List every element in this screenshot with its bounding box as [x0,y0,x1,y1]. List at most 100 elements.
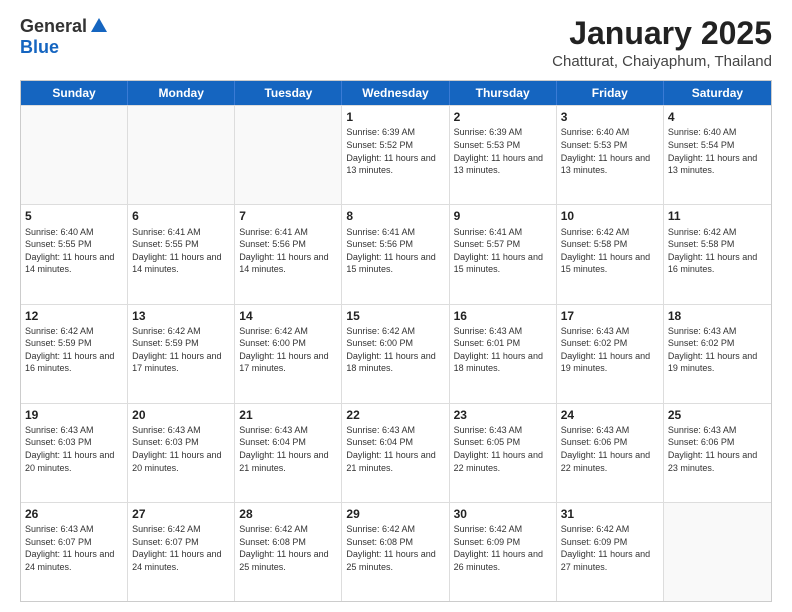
day-number-28: 28 [239,506,337,522]
calendar-cell-2-0: 12Sunrise: 6:42 AM Sunset: 5:59 PM Dayli… [21,305,128,403]
calendar-cell-3-2: 21Sunrise: 6:43 AM Sunset: 6:04 PM Dayli… [235,404,342,502]
cell-text-2-5: Sunrise: 6:43 AM Sunset: 6:02 PM Dayligh… [561,325,659,375]
calendar-row-4: 26Sunrise: 6:43 AM Sunset: 6:07 PM Dayli… [21,502,771,601]
cell-text-3-5: Sunrise: 6:43 AM Sunset: 6:06 PM Dayligh… [561,424,659,474]
calendar-cell-4-3: 29Sunrise: 6:42 AM Sunset: 6:08 PM Dayli… [342,503,449,601]
header-tuesday: Tuesday [235,81,342,105]
day-number-9: 9 [454,208,552,224]
calendar-cell-0-1 [128,106,235,204]
month-title: January 2025 [552,16,772,51]
day-number-17: 17 [561,308,659,324]
calendar-cell-2-1: 13Sunrise: 6:42 AM Sunset: 5:59 PM Dayli… [128,305,235,403]
cell-text-0-4: Sunrise: 6:39 AM Sunset: 5:53 PM Dayligh… [454,126,552,176]
cell-text-2-2: Sunrise: 6:42 AM Sunset: 6:00 PM Dayligh… [239,325,337,375]
title-block: January 2025 Chatturat, Chaiyaphum, Thai… [552,16,772,70]
day-number-12: 12 [25,308,123,324]
calendar: Sunday Monday Tuesday Wednesday Thursday… [20,80,772,602]
header-monday: Monday [128,81,235,105]
calendar-cell-3-6: 25Sunrise: 6:43 AM Sunset: 6:06 PM Dayli… [664,404,771,502]
cell-text-3-6: Sunrise: 6:43 AM Sunset: 6:06 PM Dayligh… [668,424,767,474]
day-number-26: 26 [25,506,123,522]
cell-text-3-3: Sunrise: 6:43 AM Sunset: 6:04 PM Dayligh… [346,424,444,474]
day-number-13: 13 [132,308,230,324]
calendar-cell-1-4: 9 Sunrise: 6:41 AM Sunset: 5:57 PM Daylig… [450,205,557,303]
day-number-20: 20 [132,407,230,423]
cell-text-0-6: Sunrise: 6:40 AM Sunset: 5:54 PM Dayligh… [668,126,767,176]
calendar-cell-4-5: 31Sunrise: 6:42 AM Sunset: 6:09 PM Dayli… [557,503,664,601]
cell-text-3-4: Sunrise: 6:43 AM Sunset: 6:05 PM Dayligh… [454,424,552,474]
header-wednesday: Wednesday [342,81,449,105]
day-number-6: 6 [132,208,230,224]
cell-text-2-0: Sunrise: 6:42 AM Sunset: 5:59 PM Dayligh… [25,325,123,375]
cell-text-1-2: Sunrise: 6:41 AM Sunset: 5:56 PM Dayligh… [239,226,337,276]
cell-text-2-3: Sunrise: 6:42 AM Sunset: 6:00 PM Dayligh… [346,325,444,375]
calendar-cell-2-5: 17Sunrise: 6:43 AM Sunset: 6:02 PM Dayli… [557,305,664,403]
cell-text-4-3: Sunrise: 6:42 AM Sunset: 6:08 PM Dayligh… [346,523,444,573]
logo-general-text: General [20,16,87,37]
cell-text-4-5: Sunrise: 6:42 AM Sunset: 6:09 PM Dayligh… [561,523,659,573]
day-number-10: 10 [561,208,659,224]
calendar-body: 1Sunrise: 6:39 AM Sunset: 5:52 PM Daylig… [21,105,771,601]
day-number-30: 30 [454,506,552,522]
calendar-cell-3-4: 23Sunrise: 6:43 AM Sunset: 6:05 PM Dayli… [450,404,557,502]
calendar-cell-4-2: 28Sunrise: 6:42 AM Sunset: 6:08 PM Dayli… [235,503,342,601]
cell-text-4-0: Sunrise: 6:43 AM Sunset: 6:07 PM Dayligh… [25,523,123,573]
cell-text-3-2: Sunrise: 6:43 AM Sunset: 6:04 PM Dayligh… [239,424,337,474]
cell-text-0-3: Sunrise: 6:39 AM Sunset: 5:52 PM Dayligh… [346,126,444,176]
day-number-25: 25 [668,407,767,423]
day-number-19: 19 [25,407,123,423]
calendar-row-1: 5 Sunrise: 6:40 AM Sunset: 5:55 PM Daylig… [21,204,771,303]
header-friday: Friday [557,81,664,105]
day-number-7: 7 [239,208,337,224]
cell-text-2-1: Sunrise: 6:42 AM Sunset: 5:59 PM Dayligh… [132,325,230,375]
header-thursday: Thursday [450,81,557,105]
day-number-27: 27 [132,506,230,522]
day-number-15: 15 [346,308,444,324]
cell-text-1-1: Sunrise: 6:41 AM Sunset: 5:55 PM Dayligh… [132,226,230,276]
header-sunday: Sunday [21,81,128,105]
calendar-row-2: 12Sunrise: 6:42 AM Sunset: 5:59 PM Dayli… [21,304,771,403]
calendar-row-0: 1Sunrise: 6:39 AM Sunset: 5:52 PM Daylig… [21,105,771,204]
calendar-cell-4-0: 26Sunrise: 6:43 AM Sunset: 6:07 PM Dayli… [21,503,128,601]
calendar-cell-4-4: 30Sunrise: 6:42 AM Sunset: 6:09 PM Dayli… [450,503,557,601]
header-saturday: Saturday [664,81,771,105]
calendar-cell-0-3: 1Sunrise: 6:39 AM Sunset: 5:52 PM Daylig… [342,106,449,204]
cell-text-2-6: Sunrise: 6:43 AM Sunset: 6:02 PM Dayligh… [668,325,767,375]
day-number-4: 4 [668,109,767,125]
logo-blue-text: Blue [20,37,59,58]
calendar-cell-1-6: 11Sunrise: 6:42 AM Sunset: 5:58 PM Dayli… [664,205,771,303]
cell-text-4-4: Sunrise: 6:42 AM Sunset: 6:09 PM Dayligh… [454,523,552,573]
day-number-24: 24 [561,407,659,423]
calendar-cell-1-3: 8 Sunrise: 6:41 AM Sunset: 5:56 PM Daylig… [342,205,449,303]
cell-text-1-4: Sunrise: 6:41 AM Sunset: 5:57 PM Dayligh… [454,226,552,276]
cell-text-2-4: Sunrise: 6:43 AM Sunset: 6:01 PM Dayligh… [454,325,552,375]
calendar-cell-1-5: 10Sunrise: 6:42 AM Sunset: 5:58 PM Dayli… [557,205,664,303]
calendar-cell-0-6: 4Sunrise: 6:40 AM Sunset: 5:54 PM Daylig… [664,106,771,204]
page: General Blue January 2025 Chatturat, Cha… [0,0,792,612]
day-number-31: 31 [561,506,659,522]
calendar-cell-1-1: 6 Sunrise: 6:41 AM Sunset: 5:55 PM Daylig… [128,205,235,303]
day-number-29: 29 [346,506,444,522]
cell-text-0-5: Sunrise: 6:40 AM Sunset: 5:53 PM Dayligh… [561,126,659,176]
calendar-cell-3-3: 22Sunrise: 6:43 AM Sunset: 6:04 PM Dayli… [342,404,449,502]
cell-text-1-3: Sunrise: 6:41 AM Sunset: 5:56 PM Dayligh… [346,226,444,276]
day-number-23: 23 [454,407,552,423]
calendar-cell-3-0: 19Sunrise: 6:43 AM Sunset: 6:03 PM Dayli… [21,404,128,502]
subtitle: Chatturat, Chaiyaphum, Thailand [552,53,772,70]
cell-text-3-1: Sunrise: 6:43 AM Sunset: 6:03 PM Dayligh… [132,424,230,474]
calendar-cell-0-2 [235,106,342,204]
cell-text-1-6: Sunrise: 6:42 AM Sunset: 5:58 PM Dayligh… [668,226,767,276]
calendar-header: Sunday Monday Tuesday Wednesday Thursday… [21,81,771,105]
calendar-cell-2-4: 16Sunrise: 6:43 AM Sunset: 6:01 PM Dayli… [450,305,557,403]
calendar-cell-4-1: 27Sunrise: 6:42 AM Sunset: 6:07 PM Dayli… [128,503,235,601]
calendar-cell-0-5: 3Sunrise: 6:40 AM Sunset: 5:53 PM Daylig… [557,106,664,204]
day-number-8: 8 [346,208,444,224]
calendar-cell-4-6 [664,503,771,601]
calendar-cell-3-1: 20Sunrise: 6:43 AM Sunset: 6:03 PM Dayli… [128,404,235,502]
calendar-cell-3-5: 24Sunrise: 6:43 AM Sunset: 6:06 PM Dayli… [557,404,664,502]
day-number-5: 5 [25,208,123,224]
day-number-1: 1 [346,109,444,125]
day-number-3: 3 [561,109,659,125]
cell-text-1-0: Sunrise: 6:40 AM Sunset: 5:55 PM Dayligh… [25,226,123,276]
day-number-14: 14 [239,308,337,324]
